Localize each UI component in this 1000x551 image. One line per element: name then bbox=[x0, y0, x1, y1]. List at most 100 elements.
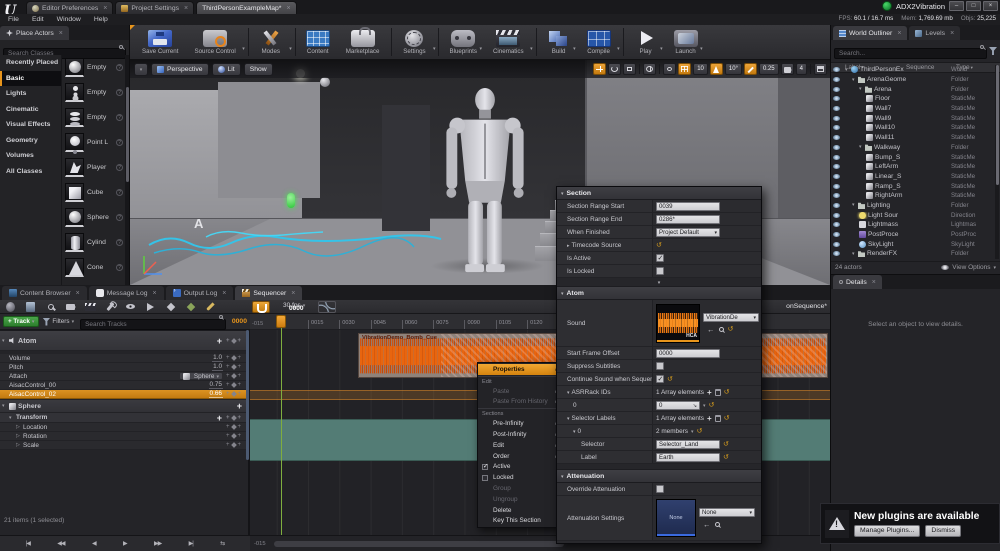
place-actor-item[interactable]: Cone bbox=[62, 255, 124, 280]
place-actor-item[interactable]: Point L bbox=[62, 130, 124, 155]
keyframe-controls[interactable] bbox=[226, 414, 246, 421]
tab-details[interactable]: Details bbox=[833, 275, 882, 289]
visibility-eye-icon[interactable] bbox=[833, 154, 840, 160]
outliner-row[interactable]: SkyLight SkyLight bbox=[831, 239, 995, 249]
outliner-tab[interactable]: World Outliner bbox=[833, 26, 908, 40]
move-tool-button[interactable] bbox=[593, 62, 607, 75]
visibility-eye-icon[interactable] bbox=[833, 232, 840, 238]
section-range-end-input[interactable]: 0286* bbox=[656, 214, 720, 224]
sequencer-toolbar-icon[interactable] bbox=[5, 301, 16, 312]
context-menu-item[interactable]: Order bbox=[478, 451, 561, 462]
selector-input[interactable]: Selector_Land bbox=[656, 439, 720, 449]
place-actor-item[interactable]: Empty bbox=[62, 105, 124, 130]
transport-button[interactable]: ▶▶ bbox=[154, 540, 162, 547]
track-value[interactable]: 1.0 bbox=[212, 363, 223, 371]
browse-back-icon[interactable] bbox=[707, 325, 715, 334]
sequencer-track-row[interactable]: AisacControl_00 0.75 bbox=[0, 381, 248, 390]
transport-button[interactable]: ⇆ bbox=[220, 540, 225, 547]
visibility-eye-icon[interactable] bbox=[833, 193, 840, 199]
context-menu-item[interactable]: Paste From History bbox=[478, 397, 561, 408]
scale-snap-button[interactable] bbox=[743, 62, 757, 75]
expand-value-icon[interactable] bbox=[693, 402, 697, 409]
place-actors-category[interactable]: Basic bbox=[0, 70, 61, 86]
toolbar-button[interactable]: Modes bbox=[251, 28, 296, 56]
close-tab-icon[interactable] bbox=[948, 30, 954, 37]
sequencer-track-row[interactable]: Volume 1.0 bbox=[0, 354, 248, 363]
outliner-row[interactable]: ▾ Walkway Folder bbox=[831, 143, 995, 153]
transport-button[interactable]: ▶ bbox=[123, 540, 128, 547]
dropdown-caret-icon[interactable] bbox=[530, 37, 533, 55]
place-actors-category[interactable]: Volumes bbox=[0, 148, 61, 164]
expander-icon[interactable]: ▾ bbox=[852, 202, 858, 208]
expander-icon[interactable]: ▾ bbox=[852, 251, 858, 257]
sequencer-track-row[interactable]: Pitch 1.0 bbox=[0, 363, 248, 372]
keyframe-controls[interactable] bbox=[226, 337, 246, 344]
outliner-row[interactable]: Wall9 StaticMe bbox=[831, 113, 995, 123]
curve-editor-button[interactable] bbox=[318, 301, 336, 313]
track-value[interactable]: 0.75 bbox=[208, 381, 223, 389]
sequencer-toolbar-icon[interactable] bbox=[185, 302, 196, 312]
context-menu-item[interactable]: Properties bbox=[478, 364, 561, 375]
asrrack-id-input[interactable]: 0 bbox=[656, 400, 700, 410]
expander-icon[interactable]: ▾ bbox=[2, 338, 9, 344]
expander-icon[interactable]: ▾ bbox=[9, 415, 16, 421]
empty-array-icon[interactable] bbox=[714, 414, 721, 422]
toolbar-button[interactable]: Launch bbox=[666, 28, 706, 56]
expander-icon[interactable] bbox=[567, 389, 570, 396]
attenuation-thumbnail[interactable]: None bbox=[656, 499, 696, 537]
keyframe-controls[interactable] bbox=[226, 364, 246, 370]
revert-icon[interactable] bbox=[723, 453, 729, 461]
close-tab-icon[interactable] bbox=[895, 30, 901, 37]
visibility-eye-icon[interactable] bbox=[833, 125, 840, 131]
scale-snap-value[interactable]: 0.25 bbox=[758, 62, 779, 75]
close-tab-icon[interactable] bbox=[101, 5, 107, 12]
section-range-start-input[interactable]: 0039 bbox=[656, 201, 720, 211]
keyframe-controls[interactable] bbox=[226, 433, 246, 439]
override-attenuation-checkbox[interactable] bbox=[656, 485, 664, 493]
place-actors-category[interactable]: Visual Effects bbox=[0, 117, 61, 133]
toolbar-button[interactable]: Cinematics bbox=[485, 28, 537, 56]
context-menu-item[interactable]: Post-Infinity bbox=[478, 429, 561, 440]
outliner-row[interactable]: Lightmass Lightmas bbox=[831, 220, 995, 230]
visibility-eye-icon[interactable] bbox=[833, 173, 840, 179]
expander-icon[interactable] bbox=[573, 428, 576, 435]
track-value[interactable]: 0.66 bbox=[208, 390, 223, 398]
viewport-options-dropdown[interactable] bbox=[134, 62, 148, 76]
show-advanced-expander[interactable] bbox=[557, 278, 761, 287]
expander-icon[interactable] bbox=[567, 242, 570, 249]
window-control-button[interactable]: – bbox=[949, 1, 964, 11]
collapse-icon[interactable] bbox=[561, 290, 564, 297]
visibility-eye-icon[interactable] bbox=[833, 251, 840, 257]
menu-item[interactable]: Edit bbox=[32, 16, 44, 23]
toolbar-button[interactable]: Marketplace bbox=[338, 27, 393, 56]
keyframe-controls[interactable] bbox=[226, 355, 246, 361]
visibility-eye-icon[interactable] bbox=[833, 86, 840, 92]
sphere-gizmo[interactable] bbox=[320, 77, 330, 87]
dropdown-caret-icon[interactable] bbox=[479, 37, 482, 55]
notification-button[interactable]: Dismiss bbox=[925, 524, 962, 537]
expander-icon[interactable]: ▾ bbox=[2, 403, 9, 409]
outliner-row[interactable]: ▾ RenderFX Folder bbox=[831, 249, 995, 259]
revert-icon[interactable] bbox=[724, 388, 730, 396]
outliner-row[interactable]: Wall7 StaticMe bbox=[831, 104, 995, 114]
when-finished-dropdown[interactable]: Project Default bbox=[656, 227, 720, 237]
context-menu-item[interactable]: Locked bbox=[478, 472, 561, 483]
visibility-eye-icon[interactable] bbox=[833, 106, 840, 112]
add-element-icon[interactable] bbox=[707, 414, 712, 423]
empty-array-icon[interactable] bbox=[714, 388, 721, 396]
menu-item[interactable]: Help bbox=[94, 16, 108, 23]
transport-button[interactable]: ◀◀ bbox=[57, 540, 65, 547]
view-options-button[interactable]: View Options bbox=[941, 264, 996, 271]
notification-button[interactable]: Manage Plugins... bbox=[854, 524, 921, 537]
toolbar-button[interactable]: Content bbox=[298, 28, 338, 56]
outliner-row[interactable]: Floor StaticMe bbox=[831, 94, 995, 104]
sequencer-toolbar-icon[interactable] bbox=[25, 301, 36, 312]
toolbar-button[interactable]: Build bbox=[539, 28, 579, 56]
expander-icon[interactable]: ▷ bbox=[16, 442, 23, 448]
outliner-row[interactable]: RightArm StaticMe bbox=[831, 191, 995, 201]
timeline-scrollbar[interactable] bbox=[274, 541, 564, 547]
viewport-mode-button[interactable]: Lit bbox=[211, 62, 241, 76]
menu-item[interactable]: File bbox=[8, 16, 19, 23]
toolbar-button[interactable]: Source Control bbox=[186, 28, 249, 56]
close-tab-icon[interactable] bbox=[284, 5, 290, 12]
